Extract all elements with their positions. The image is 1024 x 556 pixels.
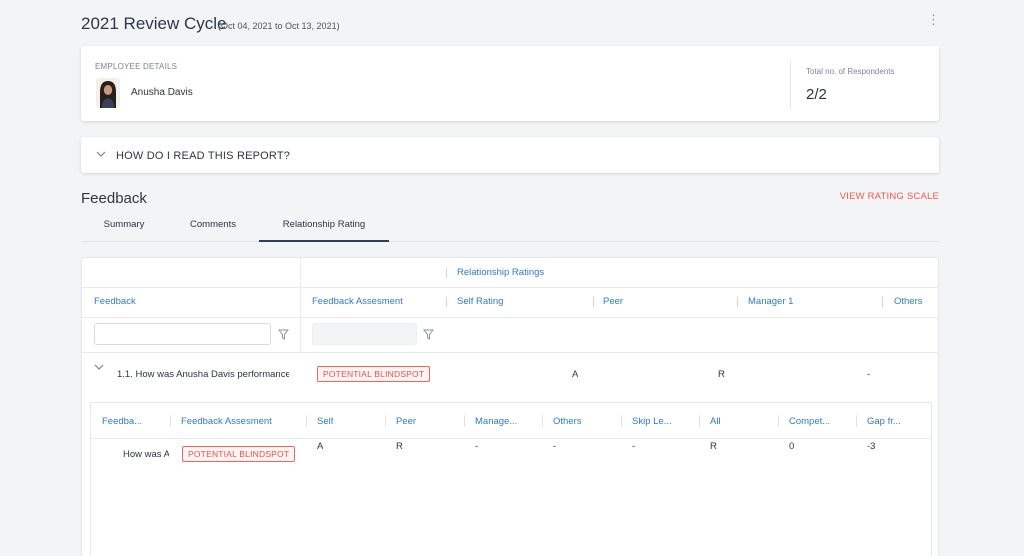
detail-gap-value: -3: [867, 441, 876, 452]
feedback-question[interactable]: 1.1. How was Anusha Davis performance: [117, 369, 289, 380]
detail-skip-level-value: -: [632, 441, 636, 452]
detail-manager-value: -: [475, 441, 479, 452]
detail-column-competency[interactable]: Compet...: [789, 416, 837, 427]
feedback-detail-table: Feedba... Feedback Assesment Self Peer M…: [90, 402, 932, 556]
review-cycle-dates: (Oct 04, 2021 to Oct 13, 2021): [218, 21, 340, 31]
header-separator: [778, 415, 779, 427]
page-header: 2021 Review Cycle (Oct 04, 2021 to Oct 1…: [81, 12, 940, 36]
filter-icon[interactable]: [278, 329, 289, 340]
peer-value: A: [572, 369, 579, 380]
detail-peer-value: R: [396, 441, 403, 452]
header-separator: [446, 268, 447, 278]
header-separator: [446, 297, 447, 307]
row-divider: [91, 438, 931, 439]
assessment-filter-input: [312, 323, 417, 345]
detail-column-self[interactable]: Self: [317, 416, 333, 427]
filter-icon[interactable]: [423, 329, 434, 340]
detail-column-skip-level[interactable]: Skip Le...: [632, 416, 677, 427]
read-report-label: HOW DO I READ THIS REPORT?: [116, 150, 291, 162]
employee-details-card: EMPLOYEE DETAILS Anusha Davis Total no. …: [81, 46, 939, 121]
row-divider: [82, 352, 938, 353]
detail-others-value: -: [553, 441, 557, 452]
header-separator: [699, 415, 700, 427]
employee-details-label: EMPLOYEE DETAILS: [95, 62, 178, 71]
others-value: -: [867, 369, 871, 380]
detail-feedback-text: How was Anusha Davis performance: [123, 449, 169, 460]
status-badge: POTENTIAL BLINDSPOT: [182, 446, 296, 462]
chevron-down-icon: [96, 151, 106, 157]
row-divider: [82, 317, 938, 318]
header-separator: [170, 415, 171, 427]
header-separator: [542, 415, 543, 427]
header-separator: [882, 297, 883, 307]
detail-self-value: A: [317, 441, 324, 452]
detail-competency-value: 0: [789, 441, 795, 452]
detail-column-feedback[interactable]: Feedba...: [102, 416, 152, 427]
header-separator: [593, 297, 594, 307]
respondents-count: 2/2: [806, 86, 827, 103]
header-separator: [464, 415, 465, 427]
feedback-tabs: Summary Comments Relationship Rating: [81, 214, 939, 242]
detail-column-all[interactable]: All: [710, 416, 721, 427]
tab-summary[interactable]: Summary: [103, 219, 145, 242]
divider: [790, 61, 791, 108]
feedback-title: Feedback: [81, 190, 147, 207]
detail-all-value: R: [710, 441, 717, 452]
header-separator: [385, 415, 386, 427]
column-header-others[interactable]: Others: [894, 296, 923, 307]
relationship-rating-table: Relationship Ratings Feedback Feedback A…: [81, 257, 939, 556]
kebab-menu-icon[interactable]: ⋮: [927, 13, 940, 28]
column-header-feedback[interactable]: Feedback: [94, 296, 136, 307]
header-separator: [737, 297, 738, 307]
relationship-ratings-group-header: Relationship Ratings: [457, 267, 545, 278]
detail-column-gap[interactable]: Gap fr...: [867, 416, 912, 427]
review-cycle-title: 2021 Review Cycle: [81, 14, 227, 33]
detail-column-others[interactable]: Others: [553, 416, 582, 427]
chevron-down-icon[interactable]: [94, 364, 104, 371]
manager-1-value: R: [718, 369, 725, 380]
employee-name: Anusha Davis: [131, 87, 193, 98]
tab-relationship-rating[interactable]: Relationship Rating: [259, 219, 389, 242]
row-divider: [82, 287, 938, 288]
read-report-accordion[interactable]: HOW DO I READ THIS REPORT?: [81, 137, 939, 173]
column-header-self-rating[interactable]: Self Rating: [457, 296, 503, 307]
detail-column-peer[interactable]: Peer: [396, 416, 416, 427]
view-rating-scale-link[interactable]: VIEW RATING SCALE: [840, 191, 939, 202]
column-divider: [300, 258, 301, 352]
status-badge: POTENTIAL BLINDSPOT: [317, 366, 431, 382]
header-separator: [621, 415, 622, 427]
column-header-peer[interactable]: Peer: [603, 296, 623, 307]
detail-column-manager[interactable]: Manage...: [475, 416, 523, 427]
column-header-manager-1[interactable]: Manager 1: [748, 296, 793, 307]
respondents-label: Total no. of Respondents: [806, 67, 895, 76]
avatar: [96, 78, 120, 108]
header-separator: [856, 415, 857, 427]
detail-column-feedback-assessment[interactable]: Feedback Assesment: [181, 416, 272, 427]
header-separator: [306, 415, 307, 427]
column-header-feedback-assessment[interactable]: Feedback Assesment: [312, 296, 403, 307]
feedback-filter-input[interactable]: [94, 323, 271, 345]
tab-comments[interactable]: Comments: [188, 219, 238, 242]
